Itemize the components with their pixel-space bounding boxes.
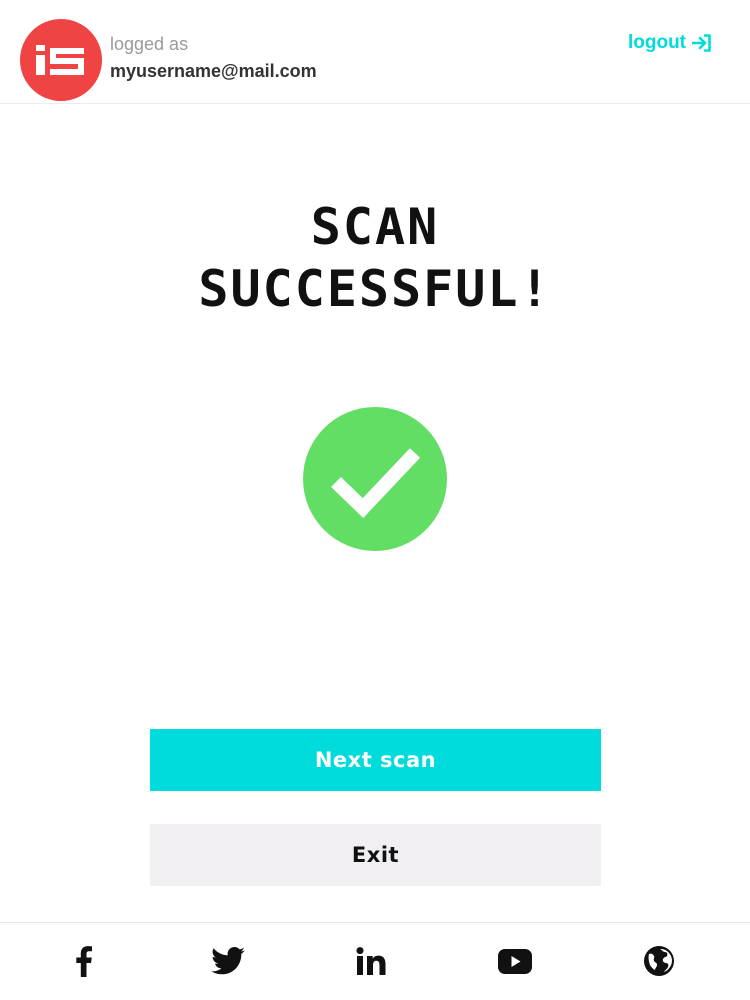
title-line-1: SCAN bbox=[310, 198, 440, 256]
social-footer bbox=[0, 922, 750, 1000]
twitter-icon bbox=[211, 947, 245, 975]
twitter-link[interactable] bbox=[210, 943, 246, 979]
page-title: SCAN SUCCESSFUL! bbox=[0, 196, 750, 320]
next-scan-label: Next scan bbox=[314, 748, 437, 772]
logout-button[interactable]: logout bbox=[628, 32, 712, 54]
linkedin-link[interactable] bbox=[353, 943, 389, 979]
exit-button[interactable]: Exit bbox=[150, 824, 601, 886]
facebook-link[interactable] bbox=[66, 943, 102, 979]
app-screen: logged as myusername@mail.com logout SCA… bbox=[0, 0, 750, 1000]
youtube-link[interactable] bbox=[497, 943, 533, 979]
youtube-icon bbox=[498, 948, 532, 974]
globe-icon bbox=[644, 946, 674, 976]
facebook-icon bbox=[76, 946, 92, 977]
user-email: myusername@mail.com bbox=[110, 61, 317, 81]
brand-logo-avatar bbox=[20, 19, 102, 101]
next-scan-button[interactable]: Next scan bbox=[150, 729, 601, 791]
linkedin-icon bbox=[356, 947, 386, 975]
logout-icon bbox=[692, 34, 711, 52]
exit-label: Exit bbox=[351, 843, 400, 867]
logged-as-label: logged as bbox=[110, 34, 189, 54]
logout-label: logout bbox=[627, 32, 686, 53]
user-info: logged as myusername@mail.com bbox=[110, 33, 317, 83]
website-link[interactable] bbox=[641, 943, 677, 979]
brand-logo-icon bbox=[36, 45, 84, 75]
title-line-2: SUCCESSFUL! bbox=[198, 260, 552, 318]
success-check-icon bbox=[303, 407, 447, 551]
header: logged as myusername@mail.com logout bbox=[0, 0, 750, 104]
checkmark-icon bbox=[303, 407, 447, 551]
